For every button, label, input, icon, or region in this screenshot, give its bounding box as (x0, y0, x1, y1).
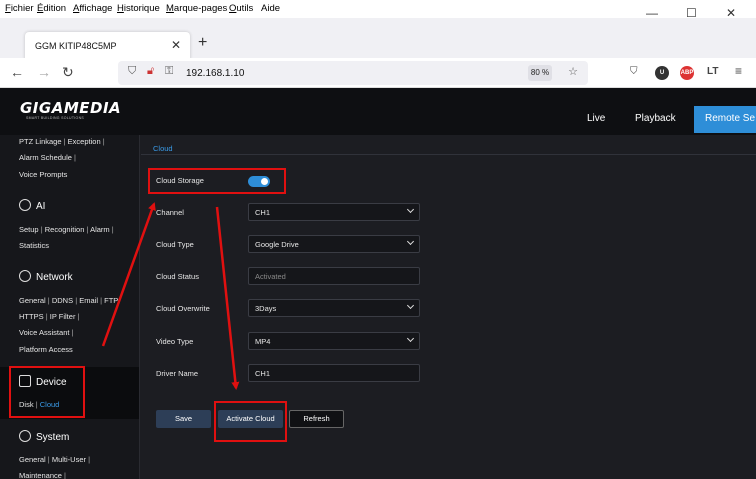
bookmark-star-icon[interactable]: ☆ (568, 65, 578, 78)
system-gear-icon (19, 430, 31, 442)
highlight-activate-cloud (214, 401, 287, 442)
driver-name-input[interactable]: CH1 (248, 364, 420, 382)
sidebar-item-platform-access[interactable]: Platform Access (19, 345, 73, 354)
video-type-label: Video Type (156, 337, 194, 346)
gigamedia-logo: GIGAMEDIA (20, 99, 122, 117)
sidebar-row: PTZ Linkage | Exception | (19, 137, 105, 146)
url-bar[interactable]: ⛉ 🔓︎ ⚿ 192.168.1.10 80 % ☆ (118, 61, 588, 85)
menu-hamburger-icon[interactable]: ≡ (735, 64, 742, 78)
menu-edit[interactable]: Édition (37, 3, 66, 14)
sidebar-item-multi-user[interactable]: Multi-User (52, 455, 86, 464)
sidebar-item-exception[interactable]: Exception (68, 137, 101, 146)
sidebar-item-ptz-linkage[interactable]: PTZ Linkage (19, 137, 62, 146)
sidebar-section-ai[interactable]: AI (19, 199, 45, 212)
video-type-select[interactable]: MP4 (248, 332, 420, 350)
menu-help[interactable]: Aide (261, 3, 280, 14)
shield-icon[interactable]: ⛉ (128, 65, 136, 78)
sidebar-section-system[interactable]: System (19, 430, 69, 443)
logo-tagline: SMART BUILDING SOLUTIONS (26, 116, 85, 120)
ublock-icon[interactable]: U (655, 66, 669, 80)
cloud-overwrite-select[interactable]: 3Days (248, 299, 420, 317)
languagetool-icon[interactable]: LT (707, 66, 718, 77)
sidebar-row: HTTPS | IP Filter | (19, 312, 80, 321)
adblock-icon[interactable]: ABP (680, 66, 694, 80)
cloud-status-label: Cloud Status (156, 272, 199, 281)
tab-strip: GGM KITIP48C5MP ✕ + (0, 18, 756, 60)
sidebar-item-voice-prompts[interactable]: Voice Prompts (19, 170, 67, 179)
chevron-down-icon (406, 205, 415, 214)
sidebar-item-alarm[interactable]: Alarm (90, 225, 110, 234)
sidebar-item-statistics[interactable]: Statistics (19, 241, 49, 250)
sidebar-item-ddns[interactable]: DDNS (52, 296, 73, 305)
sidebar-row: General | Multi-User | (19, 455, 91, 464)
chevron-down-icon (406, 334, 415, 343)
network-gear-icon (19, 270, 31, 282)
menu-tools[interactable]: Outils (229, 3, 253, 14)
back-icon[interactable]: ← (10, 64, 24, 80)
sidebar-item-recognition[interactable]: Recognition (45, 225, 85, 234)
driver-name-label: Driver Name (156, 369, 199, 378)
sidebar-row: General | DDNS | Email | FTP (19, 296, 119, 305)
sidebar-row: Maintenance | (19, 471, 66, 479)
chevron-down-icon (406, 237, 415, 246)
app-header: GIGAMEDIA SMART BUILDING SOLUTIONS Live … (0, 88, 756, 135)
cloud-status-field: Activated (248, 267, 420, 285)
sidebar-row: Setup | Recognition | Alarm | (19, 225, 114, 234)
sidebar-item-ip-filter[interactable]: IP Filter (50, 312, 76, 321)
nav-playback[interactable]: Playback (635, 113, 676, 124)
save-button[interactable]: Save (156, 410, 211, 428)
sidebar-item-general[interactable]: General (19, 296, 46, 305)
chevron-down-icon (406, 301, 415, 310)
sidebar-item-alarm-schedule[interactable]: Alarm Schedule (19, 153, 72, 162)
nvr-web-app: GIGAMEDIA SMART BUILDING SOLUTIONS Live … (0, 88, 756, 479)
menu-file[interactable]: Fichier (5, 3, 34, 14)
sidebar-item-email[interactable]: Email (79, 296, 98, 305)
new-tab-icon[interactable]: + (198, 34, 207, 52)
cloud-type-select[interactable]: Google Drive (248, 235, 420, 253)
settings-sidebar: PTZ Linkage | Exception | Alarm Schedule… (0, 135, 140, 479)
tab-cloud[interactable]: Cloud (153, 144, 173, 153)
forward-icon[interactable]: → (37, 64, 51, 80)
sidebar-item-voice-assistant[interactable]: Voice Assistant (19, 328, 69, 337)
zoom-level[interactable]: 80 % (528, 65, 552, 81)
tab-title: GGM KITIP48C5MP (35, 41, 117, 51)
insecure-lock-icon[interactable]: 🔓︎ (147, 65, 154, 78)
cloud-overwrite-label: Cloud Overwrite (156, 304, 210, 313)
highlight-device-cloud (9, 366, 85, 418)
menu-history[interactable]: Historique (117, 3, 160, 14)
sidebar-item-ftp[interactable]: FTP (104, 296, 118, 305)
sidebar-item-setup[interactable]: Setup (19, 225, 39, 234)
refresh-button[interactable]: Refresh (289, 410, 344, 428)
sidebar-row: Alarm Schedule | (19, 153, 76, 162)
browser-tab[interactable]: GGM KITIP48C5MP ✕ (25, 32, 190, 60)
menu-view[interactable]: Affichage (73, 3, 112, 14)
pocket-icon[interactable]: ⛉ (630, 66, 638, 77)
key-icon[interactable]: ⚿ (165, 65, 173, 78)
nav-remote-setting[interactable]: Remote Se (694, 106, 756, 133)
reload-icon[interactable]: ↻ (62, 64, 74, 81)
sidebar-item-system-general[interactable]: General (19, 455, 46, 464)
channel-label: Channel (156, 208, 184, 217)
content-tabs: Cloud (141, 135, 756, 155)
sidebar-row: Voice Assistant | (19, 328, 74, 337)
url-text[interactable]: 192.168.1.10 (186, 68, 244, 79)
sidebar-section-network[interactable]: Network (19, 270, 73, 283)
cloud-type-label: Cloud Type (156, 240, 194, 249)
highlight-cloud-storage (148, 168, 286, 194)
ai-icon (19, 199, 31, 211)
sidebar-item-https[interactable]: HTTPS (19, 312, 44, 321)
menu-bookmarks[interactable]: Marque-pages (166, 3, 227, 14)
channel-select[interactable]: CH1 (248, 203, 420, 221)
navigation-toolbar: ← → ↻ ⛉ 🔓︎ ⚿ 192.168.1.10 80 % ☆ ⛉ U ABP… (0, 58, 756, 88)
nav-live[interactable]: Live (587, 113, 605, 124)
tab-close-icon[interactable]: ✕ (171, 38, 181, 52)
sidebar-item-maintenance[interactable]: Maintenance (19, 471, 62, 479)
